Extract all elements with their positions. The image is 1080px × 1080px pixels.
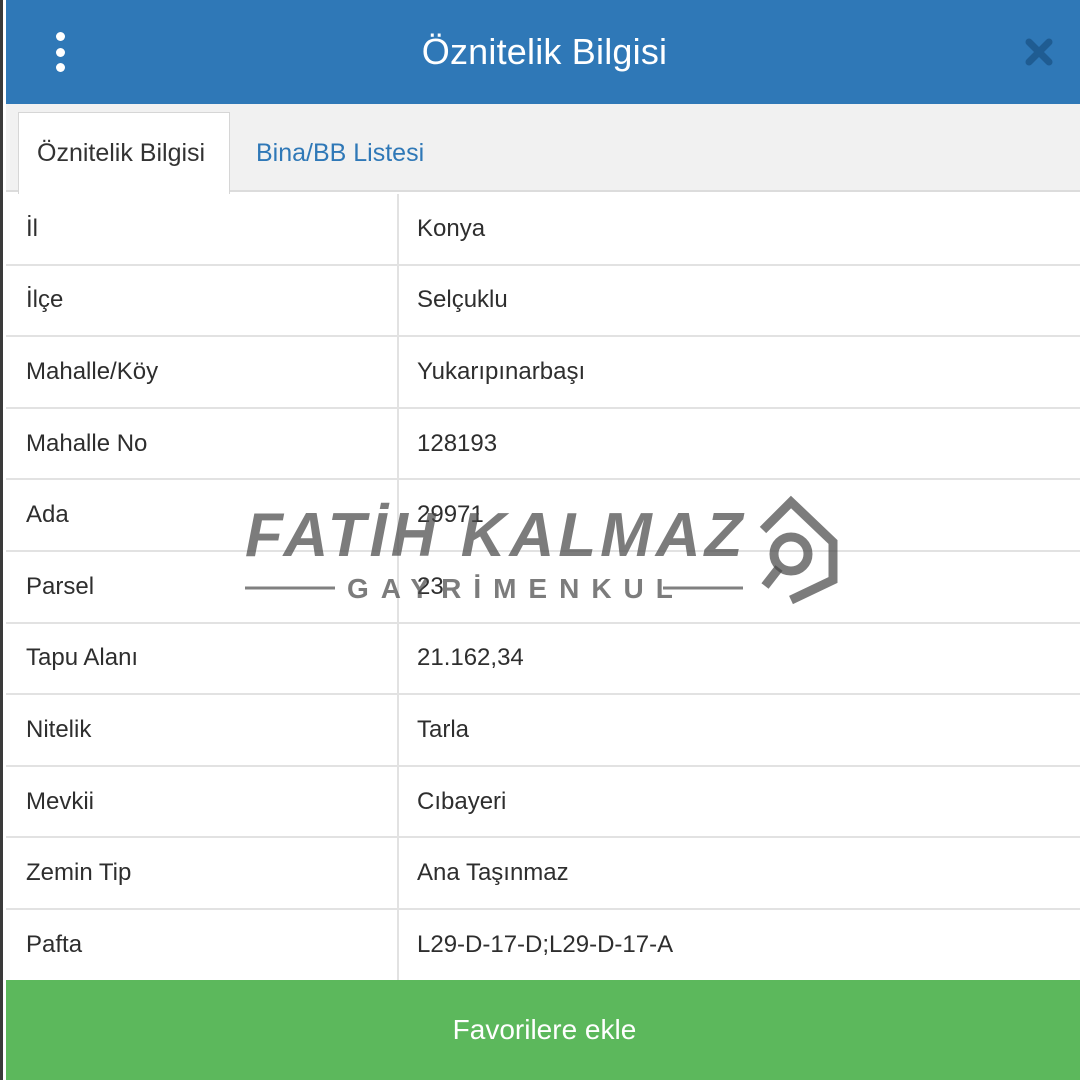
dialog-header: Öznitelik Bilgisi (6, 0, 1080, 104)
table-row: Pafta L29-D-17-D;L29-D-17-A (6, 909, 1080, 982)
row-label: Mevkii (6, 766, 399, 837)
attribute-info-dialog: Öznitelik Bilgisi Öznitelik Bilgisi Bina… (0, 0, 1080, 1080)
row-label: Parsel (6, 551, 399, 622)
row-value: 21.162,34 (417, 644, 524, 672)
row-label: İlçe (6, 265, 399, 336)
table-row: Parsel 23 (6, 551, 1080, 624)
close-icon[interactable] (1021, 34, 1057, 70)
row-value: Cıbayeri (417, 787, 507, 815)
table-row: İl Konya (6, 194, 1080, 266)
row-label: Mahalle No (6, 408, 399, 479)
row-value: Yukarıpınarbaşı (417, 357, 586, 385)
table-row: İlçe Selçuklu (6, 265, 1080, 338)
row-label: Nitelik (6, 695, 399, 765)
tab-building-list[interactable]: Bina/BB Listesi (238, 112, 442, 194)
row-label: İl (6, 194, 399, 264)
attribute-table: İl Konya İlçe Selçuklu Mahalle/Köy Yukar… (6, 194, 1080, 982)
row-value: Tarla (417, 715, 470, 743)
dialog-title: Öznitelik Bilgisi (421, 31, 668, 72)
kebab-menu-icon[interactable] (42, 30, 78, 74)
row-value: Ana Taşınmaz (417, 859, 569, 887)
table-row: Tapu Alanı 21.162,34 (6, 623, 1080, 696)
row-value: Selçuklu (417, 286, 508, 314)
row-label: Ada (6, 480, 399, 550)
table-row: Ada 29971 (6, 480, 1080, 552)
row-label: Pafta (6, 909, 399, 980)
table-row: Mevkii Cıbayeri (6, 766, 1080, 839)
row-value: 128193 (417, 429, 498, 457)
add-to-favorites-button[interactable]: Favorilere ekle (6, 980, 1080, 1080)
table-row: Mahalle No 128193 (6, 408, 1080, 481)
row-label: Zemin Tip (6, 838, 399, 908)
row-label: Mahalle/Köy (6, 337, 399, 407)
table-row: Mahalle/Köy Yukarıpınarbaşı (6, 337, 1080, 409)
row-value: 23 (417, 572, 444, 600)
row-label: Tapu Alanı (6, 623, 399, 694)
table-row: Zemin Tip Ana Taşınmaz (6, 838, 1080, 910)
tab-bar: Öznitelik Bilgisi Bina/BB Listesi (6, 104, 1080, 194)
row-value: Konya (417, 214, 486, 242)
row-value: 29971 (417, 501, 484, 529)
table-row: Nitelik Tarla (6, 695, 1080, 767)
row-value: L29-D-17-D;L29-D-17-A (417, 930, 674, 958)
tab-attribute-info[interactable]: Öznitelik Bilgisi (18, 112, 230, 194)
